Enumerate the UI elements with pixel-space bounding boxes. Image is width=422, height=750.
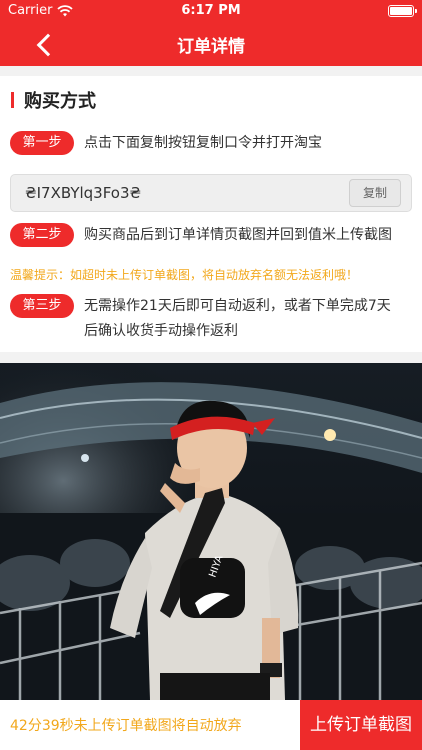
purchase-method-card: 购买方式 第一步 点击下面复制按钮复制口令并打开淘宝 ₴I7XBYlq3Fo3₴…: [0, 76, 422, 352]
step-1-text: 点击下面复制按钮复制口令并打开淘宝: [84, 135, 322, 151]
warning-tip: 温馨提示：如超时未上传订单截图，将自动放弃名额无法返利哦！: [10, 268, 359, 282]
clock: 6:17 PM: [181, 3, 241, 18]
nav-bar: 订单详情: [0, 22, 422, 66]
battery-icon: [388, 5, 417, 17]
page-title: 订单详情: [177, 37, 245, 57]
section-accent-bar: [11, 92, 14, 108]
step-2-badge: 第二步: [10, 223, 74, 247]
countdown-text: 42分39秒未上传订单截图将自动放弃: [10, 718, 242, 734]
product-photo: HIYA: [0, 363, 422, 700]
bottom-bar: 42分39秒未上传订单截图将自动放弃 上传订单截图: [0, 700, 422, 750]
copy-button[interactable]: 复制: [349, 179, 401, 207]
product-photo-art: HIYA: [0, 363, 422, 700]
step-2-text: 购买商品后到订单详情页截图并回到值米上传截图: [84, 227, 392, 243]
app-header: Carrier 6:17 PM 订单详情: [0, 0, 422, 66]
step-3-badge: 第三步: [10, 294, 74, 318]
step-1-badge: 第一步: [10, 131, 74, 155]
status-bar: Carrier 6:17 PM: [0, 0, 422, 22]
step-3-text-line-2: 后确认收货手动操作返利: [84, 323, 238, 339]
upload-screenshot-button[interactable]: 上传订单截图: [300, 700, 422, 750]
code-field: ₴I7XBYlq3Fo3₴ 复制: [10, 174, 412, 212]
code-value[interactable]: ₴I7XBYlq3Fo3₴: [25, 184, 141, 202]
section-title: 购买方式: [24, 91, 96, 112]
step-3-text-line-1: 无需操作21天后即可自动返利，或者下单完成7天: [84, 298, 391, 314]
